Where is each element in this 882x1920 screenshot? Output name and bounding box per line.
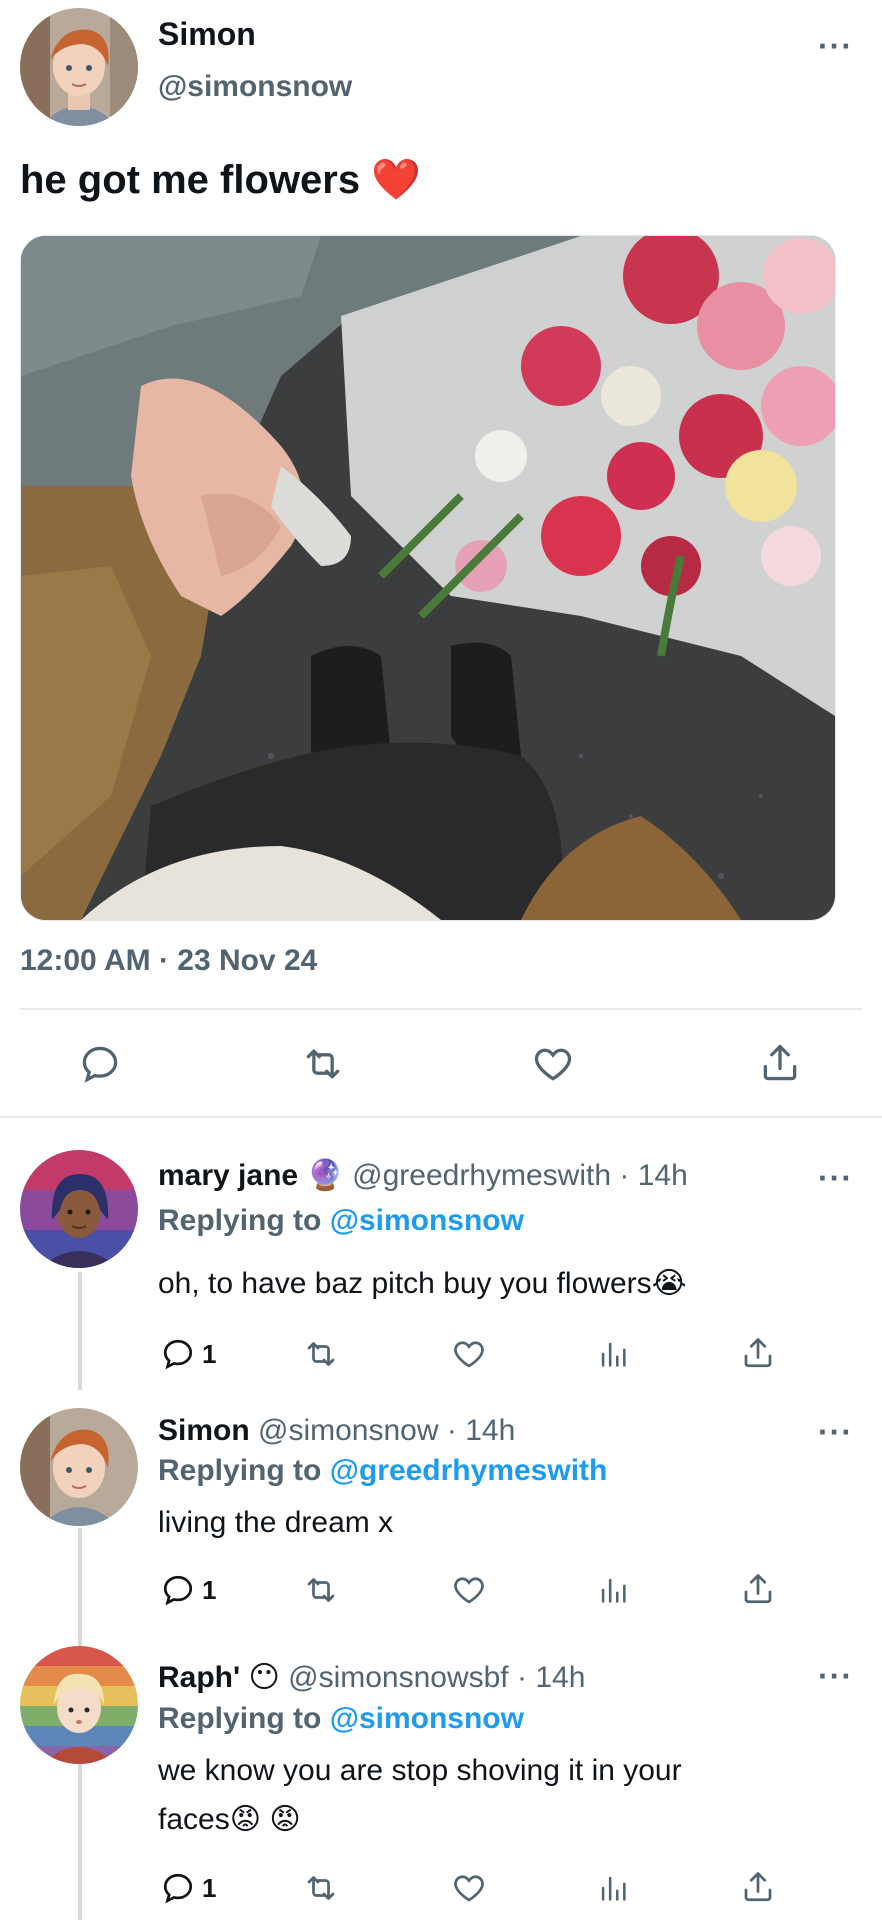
share-button[interactable]	[740, 1334, 776, 1372]
retweet-button[interactable]	[302, 1336, 340, 1372]
heart-icon	[454, 1875, 484, 1902]
reply-text: living the dream x	[158, 1506, 394, 1539]
replying-to: Replying to @greedrhymeswith	[158, 1454, 607, 1488]
replying-to-link[interactable]: @greedrhymeswith	[330, 1454, 608, 1487]
reply-icon	[163, 1575, 193, 1606]
like-button[interactable]	[450, 1336, 488, 1372]
reply-header: Simon @simonsnow · 14h	[158, 1414, 515, 1448]
more-options-icon[interactable]: ···	[818, 30, 853, 62]
analytics-button[interactable]	[596, 1336, 630, 1372]
more-options-icon[interactable]: ···	[818, 1162, 853, 1194]
retweet-button[interactable]	[300, 1042, 346, 1086]
share-icon	[744, 1872, 772, 1902]
reply-time[interactable]: · 14h	[619, 1159, 687, 1192]
reply-button[interactable]: 1	[160, 1572, 216, 1608]
retweet-icon	[307, 1578, 335, 1602]
more-options-icon[interactable]: ···	[818, 1660, 853, 1692]
heart-icon	[534, 1048, 572, 1081]
share-button[interactable]	[758, 1040, 802, 1086]
reply-time[interactable]: · 14h	[517, 1661, 585, 1694]
analytics-icon	[601, 1578, 626, 1603]
reply-author-handle[interactable]: @simonsnowsbf	[288, 1661, 509, 1694]
replying-to-label: Replying to	[158, 1702, 322, 1735]
tweet-photo[interactable]	[20, 235, 836, 921]
section-divider	[0, 1116, 882, 1118]
analytics-icon	[601, 1876, 626, 1901]
reply-count: 1	[202, 1872, 217, 1903]
retweet-icon	[306, 1049, 340, 1079]
emoji-badge-icon: 😶	[248, 1661, 280, 1694]
share-button[interactable]	[740, 1868, 776, 1906]
share-icon	[744, 1338, 772, 1368]
reply-author-name[interactable]: Raph'	[158, 1661, 240, 1694]
retweet-icon	[307, 1342, 335, 1366]
avatar[interactable]	[20, 1646, 138, 1764]
reply-button[interactable]: 1	[160, 1336, 216, 1372]
heart-icon	[454, 1341, 484, 1368]
replying-to-label: Replying to	[158, 1204, 322, 1237]
share-icon	[744, 1574, 772, 1604]
like-button[interactable]	[450, 1572, 488, 1608]
replying-to-label: Replying to	[158, 1454, 322, 1487]
reply-count: 1	[202, 1338, 217, 1369]
reply-icon	[82, 1046, 118, 1083]
reply-header: Raph' 😶 @simonsnowsbf · 14h	[158, 1660, 585, 1695]
replying-to: Replying to @simonsnow	[158, 1702, 524, 1736]
divider	[20, 1008, 862, 1010]
reply-author-name[interactable]: mary jane	[158, 1159, 298, 1192]
share-button[interactable]	[740, 1570, 776, 1608]
avatar[interactable]	[20, 1408, 138, 1526]
thread-line	[78, 1764, 82, 1920]
reply-button[interactable]: 1	[160, 1870, 216, 1906]
thread-line	[78, 1528, 82, 1646]
heart-icon	[454, 1577, 484, 1604]
retweet-button[interactable]	[302, 1572, 340, 1608]
retweet-button[interactable]	[302, 1870, 340, 1906]
tweet-text-body: he got me flowers	[20, 158, 361, 202]
reply-time[interactable]: · 14h	[447, 1414, 515, 1447]
author-name[interactable]: Simon	[158, 16, 256, 53]
reply-text: oh, to have baz pitch buy you flowers😭	[158, 1267, 687, 1300]
reply-text-line-2: faces😡 😡	[158, 1803, 301, 1836]
more-options-icon[interactable]: ···	[818, 1416, 853, 1448]
thread-line	[78, 1272, 82, 1390]
author-handle[interactable]: @simonsnow	[158, 70, 352, 104]
crystal-ball-icon: 🔮	[306, 1159, 344, 1192]
reply-author-handle[interactable]: @simonsnow	[258, 1414, 439, 1447]
heart-emoji: ❤️	[371, 158, 421, 202]
share-icon	[763, 1044, 797, 1081]
like-button[interactable]	[450, 1870, 488, 1906]
tweet-text: he got me flowers ❤️	[20, 156, 421, 203]
replying-to-link[interactable]: @simonsnow	[330, 1204, 524, 1237]
tweet-timestamp[interactable]: 12:00 AM · 23 Nov 24	[20, 944, 317, 978]
analytics-button[interactable]	[596, 1870, 630, 1906]
reply-count: 1	[202, 1574, 217, 1605]
retweet-icon	[307, 1876, 335, 1900]
avatar[interactable]	[20, 8, 138, 126]
reply-icon	[163, 1339, 193, 1370]
replying-to-link[interactable]: @simonsnow	[330, 1702, 524, 1735]
reply-header: mary jane 🔮 @greedrhymeswith · 14h	[158, 1158, 688, 1193]
reply-icon	[163, 1873, 193, 1904]
reply-author-name[interactable]: Simon	[158, 1414, 250, 1447]
reply-author-handle[interactable]: @greedrhymeswith	[352, 1159, 611, 1192]
reply-button[interactable]	[78, 1042, 122, 1086]
like-button[interactable]	[530, 1042, 576, 1086]
replying-to: Replying to @simonsnow	[158, 1204, 524, 1238]
analytics-button[interactable]	[596, 1572, 630, 1608]
analytics-icon	[601, 1342, 626, 1367]
avatar[interactable]	[20, 1150, 138, 1268]
reply-text-line-1: we know you are stop shoving it in your	[158, 1754, 682, 1787]
